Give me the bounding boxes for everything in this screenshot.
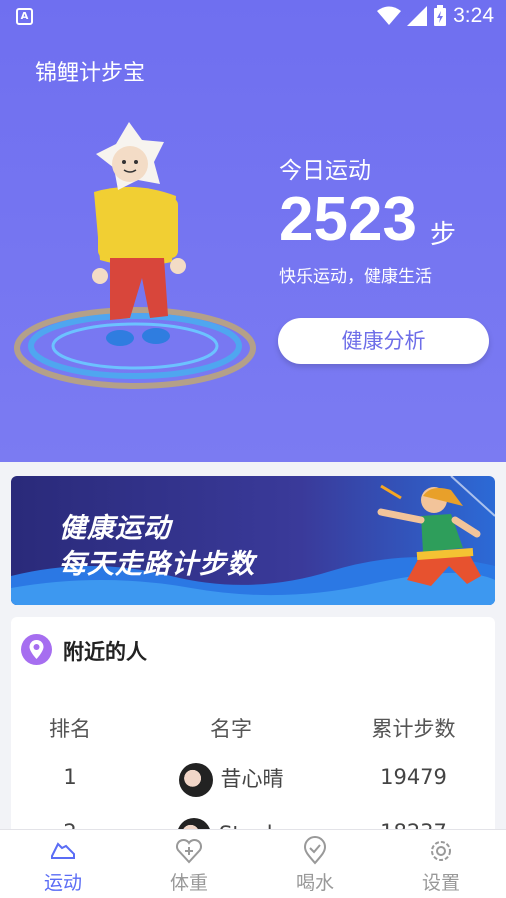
banner-line-2: 每天走路计步数 <box>59 549 255 580</box>
tab-label: 体重 <box>169 872 208 894</box>
avatar <box>178 763 213 797</box>
row-steps: 19479 <box>380 765 447 789</box>
promo-banner[interactable]: 健康运动 每天走路计步数 <box>11 476 495 605</box>
shoe-icon <box>51 842 75 859</box>
tab-weight[interactable]: 体重 <box>126 830 252 898</box>
status-bar: A 3:24 <box>0 0 506 34</box>
header-steps: 累计步数 <box>371 717 456 741</box>
today-steps-count: 2523 <box>279 185 417 254</box>
walking-character-illustration <box>14 122 256 389</box>
bottom-tab-bar: 运动 体重 喝水 设置 <box>0 829 506 898</box>
today-label: 今日运动 <box>279 158 371 184</box>
banner-line-1: 健康运动 <box>59 513 171 544</box>
signal-icon <box>407 6 428 26</box>
screen: A 3:24 锦鲤计步宝 今日运动 2523 步 快乐运动，健康生活 健康分析 … <box>0 0 506 898</box>
tab-label: 喝水 <box>295 872 334 894</box>
notification-icon: A <box>16 8 33 25</box>
row-rank: 1 <box>63 765 77 789</box>
health-analysis-button[interactable]: 健康分析 <box>278 318 489 364</box>
nearby-title: 附近的人 <box>63 640 147 664</box>
gear-icon <box>431 841 451 861</box>
steps-unit: 步 <box>430 220 457 250</box>
tab-water[interactable]: 喝水 <box>252 830 378 898</box>
slogan: 快乐运动，健康生活 <box>279 267 432 287</box>
tab-exercise[interactable]: 运动 <box>0 830 126 898</box>
nearby-people-card: 附近的人 排名 名字 累计步数 1 昔心晴 19479 2 Stanly 182… <box>11 617 495 857</box>
wifi-icon <box>377 6 402 25</box>
location-pin-icon <box>21 634 52 665</box>
header-rank: 排名 <box>49 717 91 741</box>
battery-icon <box>434 5 447 26</box>
tab-label: 设置 <box>421 872 460 894</box>
hero-header: A 3:24 锦鲤计步宝 今日运动 2523 步 快乐运动，健康生活 健康分析 <box>0 0 506 462</box>
status-time: 3:24 <box>453 4 494 27</box>
check-pin-icon <box>303 836 327 865</box>
header-name: 名字 <box>210 717 252 741</box>
row-name: 昔心晴 <box>220 767 284 791</box>
tab-settings[interactable]: 设置 <box>378 830 504 898</box>
row-name-cell: 昔心晴 <box>151 763 311 797</box>
status-right: 3:24 <box>377 4 494 28</box>
heart-plus-icon <box>175 838 203 864</box>
app-title: 锦鲤计步宝 <box>35 61 146 86</box>
tab-label: 运动 <box>43 872 82 894</box>
